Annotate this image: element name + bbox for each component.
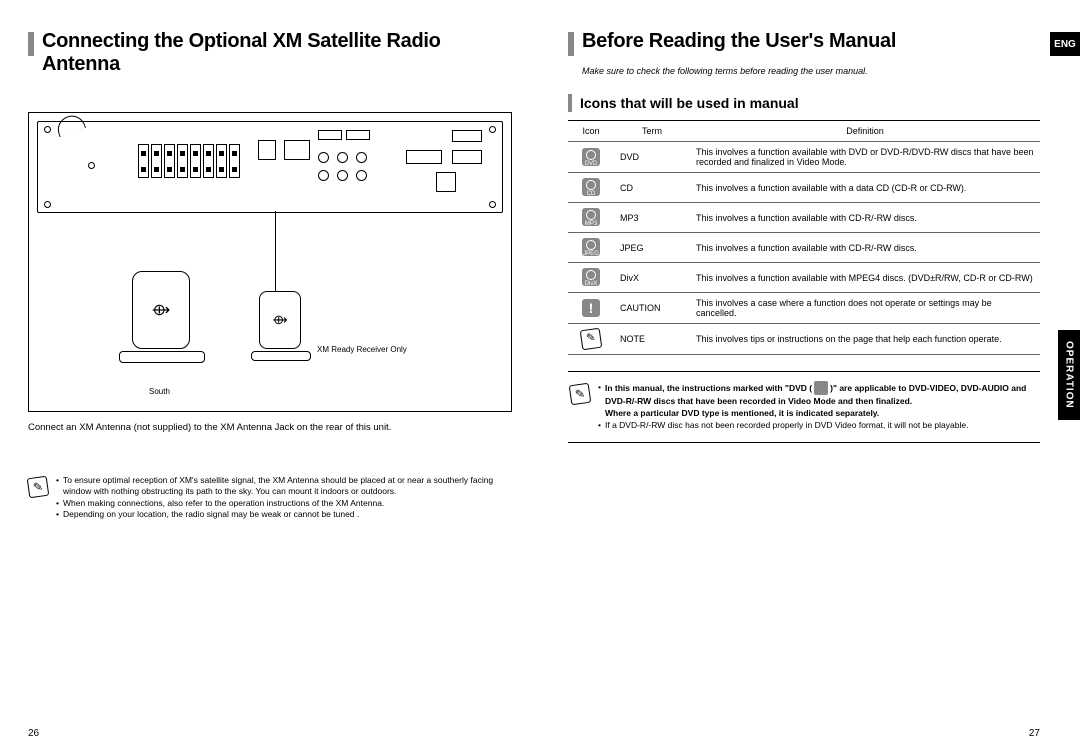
port-icon [452,150,482,164]
screw-icon [489,126,496,133]
table-header-row: Icon Term Definition [568,121,1040,142]
table-row: DivX DivX This involves a function avail… [568,263,1040,293]
title-accent-bar [28,32,34,56]
note-bold-pre: In this manual, the instructions marked … [605,383,812,393]
screw-icon [44,126,51,133]
caution-icon: ! [582,299,600,317]
term-cell: DivX [614,263,690,293]
left-title-row: Connecting the Optional XM Satellite Rad… [28,30,512,76]
screw-icon [44,201,51,208]
table-row: JPEG JPEG This involves a function avail… [568,233,1040,263]
definition-cell: This involves a function available with … [690,203,1040,233]
av-jacks [318,152,367,163]
av-jacks [318,170,367,181]
port-label-icon [346,130,370,140]
left-page-title: Connecting the Optional XM Satellite Rad… [42,30,512,76]
term-cell: JPEG [614,233,690,263]
xm-ready-label: XM Ready Receiver Only [317,345,407,354]
cd-icon: CD [582,178,600,196]
south-label: South [149,387,170,396]
th-definition: Definition [690,121,1040,142]
th-icon: Icon [568,121,614,142]
divx-icon: DivX [582,268,600,286]
note-plain: If a DVD-R/-RW disc has not been recorde… [605,420,968,432]
table-row: MP3 MP3 This involves a function availab… [568,203,1040,233]
right-page: ENG OPERATION Before Reading the User's … [540,0,1080,753]
term-cell: NOTE [614,324,690,355]
term-cell: MP3 [614,203,690,233]
definition-cell: This involves a function available with … [690,173,1040,203]
power-cable-icon [54,112,86,138]
xm-antenna-large-icon: ⟴ [119,271,203,371]
definition-cell: This involves tips or instructions on th… [690,324,1040,355]
jack-box-icon [284,140,310,160]
antenna-cable-icon [275,211,276,291]
xm-jack-icon [258,140,276,160]
mp3-icon: MP3 [582,208,600,226]
note-icon: ✎ [580,328,603,351]
table-row: DVD DVD This involves a function availab… [568,142,1040,173]
term-cell: DVD [614,142,690,173]
section-side-tab: OPERATION [1058,330,1080,420]
hdmi-port-icon [406,150,442,164]
definition-cell: This involves a function available with … [690,263,1040,293]
right-page-title: Before Reading the User's Manual [582,30,896,53]
th-term: Term [614,121,690,142]
receiver-rear-panel [37,121,503,213]
note-item: To ensure optimal reception of XM's sate… [63,475,512,498]
port-label-icon [318,130,342,140]
title-accent-bar [568,32,574,56]
table-row: CD CD This involves a function available… [568,173,1040,203]
inline-dvd-icon [814,381,828,395]
page-number: 26 [28,728,39,739]
subtitle-row: Icons that will be used in manual [568,94,1040,112]
port-label-icon [452,130,482,142]
icons-table: Icon Term Definition DVD DVD This involv… [568,120,1040,355]
table-row: ! CAUTION This involves a case where a f… [568,293,1040,324]
dvd-icon: DVD [582,148,600,166]
term-cell: CAUTION [614,293,690,324]
definition-cell: This involves a case where a function do… [690,293,1040,324]
note-item: When making connections, also refer to t… [63,498,384,509]
right-notes-block: ✎ • In this manual, the instructions mar… [568,371,1040,443]
speaker-terminals [138,144,240,178]
page-number: 27 [1029,728,1040,739]
fan-vent-icon [436,172,456,192]
screw-icon [489,201,496,208]
term-cell: CD [614,173,690,203]
right-title-row: Before Reading the User's Manual [568,30,1040,56]
language-tab: ENG [1050,32,1080,56]
note-item: Depending on your location, the radio si… [63,509,359,520]
definition-cell: This involves a function available with … [690,233,1040,263]
note-bold-line2: Where a particular DVD type is mentioned… [605,408,879,418]
right-notes-text: • In this manual, the instructions marke… [598,382,1038,432]
icons-subtitle: Icons that will be used in manual [580,95,799,111]
left-notes-list: •To ensure optimal reception of XM's sat… [56,475,512,521]
note-pencil-icon: ✎ [27,476,50,499]
xm-antenna-small-icon: ⟴ [251,291,309,371]
table-row: ✎ NOTE This involves tips or instruction… [568,324,1040,355]
subtitle-accent-bar [568,94,572,112]
jpeg-icon: JPEG [582,238,600,256]
note-pencil-icon: ✎ [569,383,592,406]
left-page: Connecting the Optional XM Satellite Rad… [0,0,540,753]
connect-instruction-text: Connect an XM Antenna (not supplied) to … [28,422,512,435]
definition-cell: This involves a function available with … [690,142,1040,173]
screw-icon [88,162,95,169]
left-notes-block: ✎ •To ensure optimal reception of XM's s… [28,475,512,521]
connection-diagram: ⟴ ⟴ XM Ready Receiver Only South [28,112,512,412]
intro-note: Make sure to check the following terms b… [582,66,1040,76]
